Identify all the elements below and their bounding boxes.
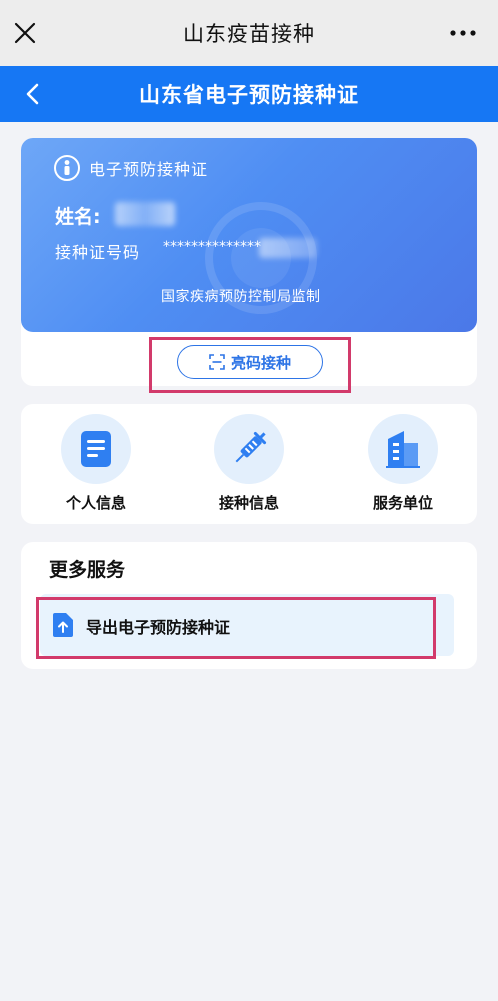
- service-label: 服务单位: [372, 494, 433, 512]
- page-header: 山东省电子预防接种证: [0, 66, 498, 122]
- vaccination-certificate-card[interactable]: 电子预防接种证 姓名: 接种证号码 ************** 国家疾病预防控…: [21, 138, 477, 332]
- service-icon-circle: [61, 414, 131, 484]
- more-dots-icon[interactable]: [448, 24, 478, 42]
- name-label: 姓名:: [55, 206, 101, 228]
- syringe-icon: [235, 431, 267, 463]
- chevron-left-icon[interactable]: [22, 82, 44, 106]
- cert-number-label: 接种证号码: [55, 243, 141, 262]
- cert-number-value: **************: [163, 239, 261, 255]
- service-label: 接种信息: [218, 494, 279, 512]
- highlight-box: [149, 337, 351, 393]
- highlight-box: [36, 597, 436, 659]
- service-personal-info[interactable]: 个人信息: [36, 414, 156, 514]
- services-panel: 个人信息 接种信息 服务单位: [21, 404, 477, 524]
- page-title: 山东省电子预防接种证: [139, 83, 359, 107]
- close-icon[interactable]: [12, 20, 38, 46]
- service-label: 个人信息: [65, 494, 126, 512]
- app-bar: 山东疫苗接种: [0, 0, 498, 66]
- authority-text: 国家疾病预防控制局监制: [161, 289, 321, 305]
- service-icon-circle: [368, 414, 438, 484]
- more-services-title: 更多服务: [49, 559, 126, 581]
- document-icon: [81, 431, 111, 467]
- cert-number-redacted: [259, 238, 317, 258]
- service-icon-circle: [214, 414, 284, 484]
- app-title: 山东疫苗接种: [183, 22, 315, 46]
- building-icon: [386, 431, 420, 468]
- name-value-redacted: [115, 202, 175, 226]
- vaccination-logo-icon: [54, 155, 80, 181]
- service-service-unit[interactable]: 服务单位: [343, 414, 463, 514]
- card-title: 电子预防接种证: [89, 160, 209, 179]
- service-vaccination-info[interactable]: 接种信息: [189, 414, 309, 514]
